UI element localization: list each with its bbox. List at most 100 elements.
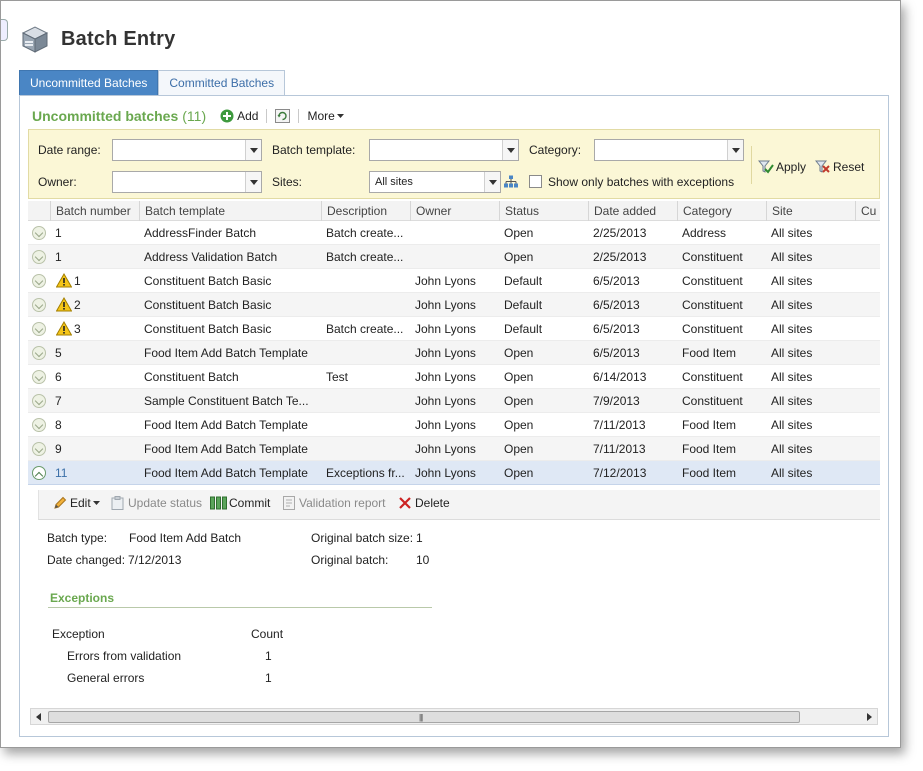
tab-uncommitted-batches[interactable]: Uncommitted Batches [19, 70, 159, 96]
expand-row-icon[interactable] [32, 226, 46, 240]
cell-batch-template: Sample Constituent Batch Te... [144, 394, 309, 408]
cell-date-added: 6/5/2013 [593, 274, 640, 288]
scroll-right-arrow-icon[interactable] [867, 713, 872, 721]
expand-row-icon[interactable] [32, 298, 46, 312]
expand-row-icon[interactable] [32, 346, 46, 360]
cell-owner: John Lyons [415, 442, 476, 456]
table-row[interactable]: 9 Food Item Add Batch Template John Lyons O… [28, 437, 880, 461]
update-status-label: Update status [128, 496, 203, 510]
column-header-cu[interactable]: Cu [855, 201, 880, 221]
batch-template-select[interactable] [369, 139, 519, 161]
column-header-batch-number[interactable]: Batch number [50, 201, 139, 221]
cell-status: Open [504, 394, 534, 408]
exception-link-errors-from-validation[interactable]: Errors from validation [67, 649, 181, 663]
cell-description [321, 413, 410, 437]
table-row[interactable]: 8 Food Item Add Batch Template John Lyons O… [28, 413, 880, 437]
cell-batch-number: 1 [74, 274, 81, 288]
cell-batch-number[interactable]: 11 [50, 461, 110, 485]
cell-batch-number: 3 [74, 322, 81, 336]
update-status-button[interactable]: Update status [111, 496, 202, 510]
cell-date-added: 6/5/2013 [593, 298, 640, 312]
cell-category: Food Item [682, 442, 737, 456]
batch-tabs: Uncommitted Batches Committed Batches [19, 70, 286, 96]
original-batch-link[interactable]: 10 [416, 553, 429, 567]
table-row[interactable]: 5 Food Item Add Batch Template John Lyons O… [28, 341, 880, 365]
exception-link-general-errors[interactable]: General errors [67, 671, 144, 685]
cell-category: Constituent [682, 370, 743, 384]
column-header-status[interactable]: Status [499, 201, 588, 221]
cell-status: Default [504, 322, 543, 336]
column-header-date-added[interactable]: Date added [588, 201, 677, 221]
cell-category: Constituent [682, 250, 743, 264]
cell-category: Food Item [682, 418, 737, 432]
date-range-select[interactable] [112, 139, 262, 161]
add-button[interactable]: Add [220, 109, 258, 123]
column-header-category[interactable]: Category [677, 201, 766, 221]
cell-category: Constituent [682, 394, 743, 408]
validation-report-button[interactable]: Validation report [283, 496, 386, 510]
chevron-down-icon [727, 140, 743, 160]
expand-row-icon[interactable] [32, 250, 46, 264]
apply-filter-icon [758, 160, 774, 174]
expand-row-icon[interactable] [32, 394, 46, 408]
refresh-button[interactable] [275, 109, 291, 123]
cell-batch-number: 9 [55, 442, 62, 456]
column-header-description[interactable]: Description [321, 201, 410, 221]
apply-button-label: Apply [776, 160, 807, 174]
table-row[interactable]: 3 Constituent Batch Basic Batch create... J… [28, 317, 880, 341]
exception-count: 1 [265, 649, 272, 663]
expand-row-icon[interactable] [32, 418, 46, 432]
cell-date-added: 6/5/2013 [593, 346, 640, 360]
page-header: Batch Entry [19, 21, 175, 57]
table-row[interactable]: 1 AddressFinder Batch Batch create... Open 2… [28, 221, 880, 245]
table-row[interactable]: 1 Constituent Batch Basic John Lyons Defaul… [28, 269, 880, 293]
exceptions-only-label: Show only batches with exceptions [548, 175, 735, 189]
owner-select[interactable] [112, 171, 262, 193]
collapse-row-icon[interactable] [32, 466, 46, 480]
column-header-owner[interactable]: Owner [410, 201, 499, 221]
collapse-handle[interactable] [1, 19, 8, 41]
section-toolbar: Uncommitted batches (11) Add More [32, 106, 352, 126]
expand-row-icon[interactable] [32, 274, 46, 288]
tab-committed-batches[interactable]: Committed Batches [158, 70, 286, 96]
table-row[interactable]: 1 Address Validation Batch Batch create...… [28, 245, 880, 269]
horizontal-scrollbar[interactable]: ||| [30, 708, 878, 725]
sites-select[interactable]: All sites [369, 171, 501, 193]
expand-row-icon[interactable] [32, 442, 46, 456]
cell-description: Batch create... [326, 322, 404, 336]
cell-status: Open [504, 418, 534, 432]
cell-site: All sites [771, 322, 813, 336]
reset-button[interactable]: Reset [815, 160, 864, 174]
site-hierarchy-icon[interactable] [504, 175, 518, 188]
table-row[interactable]: 11 Food Item Add Batch Template Exceptions… [28, 461, 880, 485]
chevron-down-icon [245, 140, 261, 160]
table-row[interactable]: 2 Constituent Batch Basic John Lyons Defaul… [28, 293, 880, 317]
apply-button[interactable]: Apply [758, 160, 806, 174]
more-menu[interactable]: More [307, 109, 344, 123]
expand-row-icon[interactable] [32, 370, 46, 384]
page-title: Batch Entry [61, 27, 176, 50]
exceptions-only-checkbox[interactable] [529, 175, 542, 188]
toolbar-divider [298, 109, 300, 123]
delete-button[interactable]: Delete [399, 496, 450, 510]
exceptions-section-title: Exceptions [50, 591, 115, 605]
scroll-left-arrow-icon[interactable] [36, 713, 41, 721]
scrollbar-thumb[interactable]: ||| [48, 711, 800, 723]
column-header-batch-template[interactable]: Batch template [139, 201, 321, 221]
table-row[interactable]: 6 Constituent Batch Test John Lyons Open 6/14… [28, 365, 880, 389]
commit-icon [210, 496, 227, 510]
table-row[interactable]: 7 Sample Constituent Batch Te... John Lyon… [28, 389, 880, 413]
cell-status: Default [504, 274, 543, 288]
edit-label: Edit [70, 496, 91, 510]
category-select[interactable] [594, 139, 744, 161]
cell-description: Exceptions fr... [326, 466, 405, 480]
cell-status: Open [504, 250, 534, 264]
add-button-label: Add [237, 109, 259, 123]
expand-row-icon[interactable] [32, 322, 46, 336]
commit-button[interactable]: Commit [210, 496, 270, 510]
edit-menu-button[interactable]: Edit [53, 496, 100, 510]
cell-date-added: 7/11/2013 [593, 418, 646, 432]
exception-column-header: Exception [52, 627, 105, 641]
date-range-label: Date range: [38, 143, 101, 157]
column-header-site[interactable]: Site [766, 201, 855, 221]
